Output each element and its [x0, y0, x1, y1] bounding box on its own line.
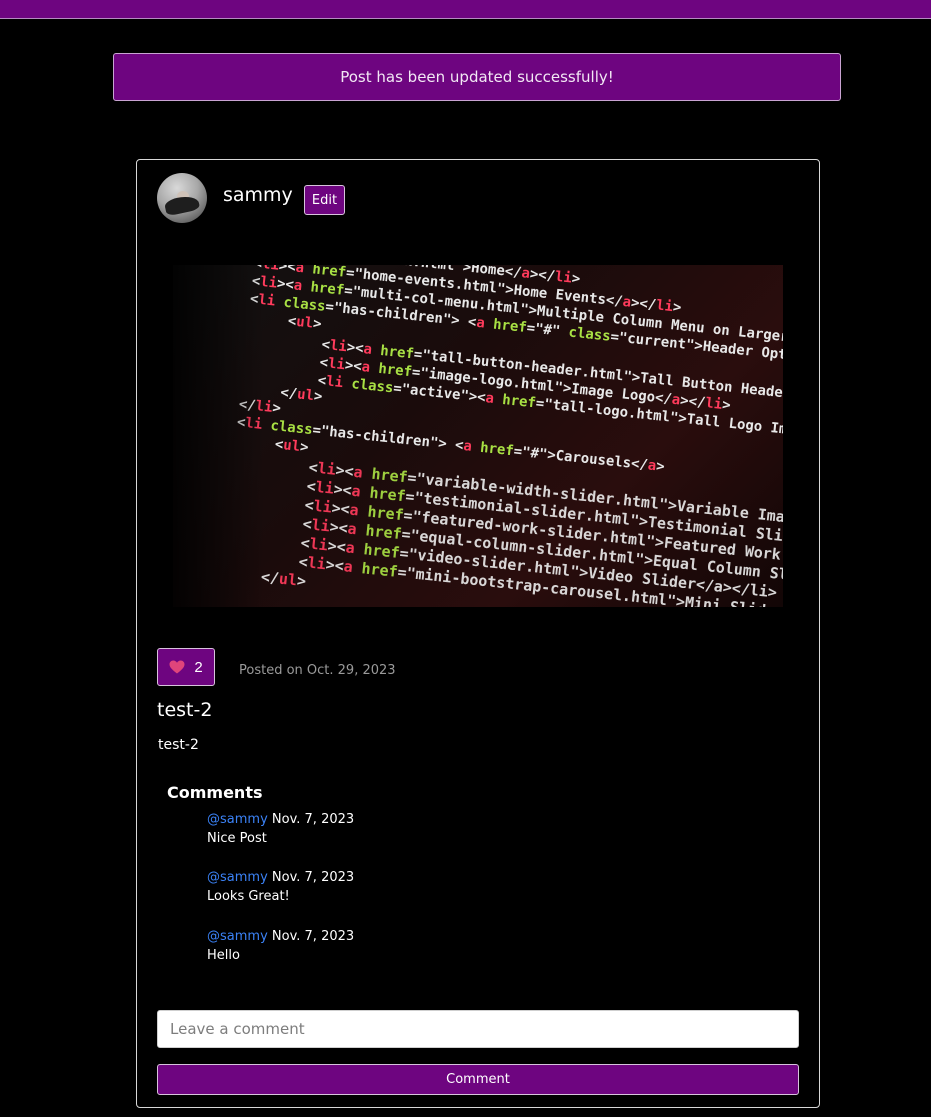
post-body: test-2: [158, 737, 199, 753]
comment-item: @sammy Nov. 7, 2023 Hello: [207, 927, 354, 965]
comment-item: @sammy Nov. 7, 2023 Looks Great!: [207, 868, 354, 906]
like-button[interactable]: 2: [157, 648, 215, 686]
post-title: test-2: [157, 699, 213, 721]
post-image: <li><a href="index.html">Home</a></li> <…: [173, 265, 783, 607]
comment-text: Hello: [207, 948, 240, 963]
comment-item: @sammy Nov. 7, 2023 Nice Post: [207, 810, 354, 848]
alert-message: Post has been updated successfully!: [340, 68, 614, 86]
comment-date: Nov. 7, 2023: [271, 870, 355, 885]
post-author[interactable]: sammy: [223, 184, 293, 206]
comment-date: Nov. 7, 2023: [271, 812, 355, 827]
comment-text: Nice Post: [207, 831, 267, 846]
avatar[interactable]: [157, 173, 207, 223]
edit-button[interactable]: Edit: [304, 185, 345, 215]
comments-heading: Comments: [167, 783, 263, 802]
comment-text: Looks Great!: [207, 889, 290, 904]
comment-submit-button[interactable]: Comment: [157, 1064, 799, 1095]
posted-date: Posted on Oct. 29, 2023: [239, 663, 396, 678]
like-count: 2: [194, 658, 203, 676]
top-navbar: [0, 0, 931, 19]
post-card: sammy Edit <li><a href="index.html">Home…: [136, 159, 820, 1108]
comment-author-link[interactable]: @sammy: [207, 870, 268, 885]
success-alert: Post has been updated successfully!: [113, 53, 841, 101]
comment-author-link[interactable]: @sammy: [207, 812, 268, 827]
heart-icon: [169, 660, 185, 674]
comment-date: Nov. 7, 2023: [271, 929, 355, 944]
comment-input[interactable]: [157, 1010, 799, 1048]
comment-author-link[interactable]: @sammy: [207, 929, 268, 944]
